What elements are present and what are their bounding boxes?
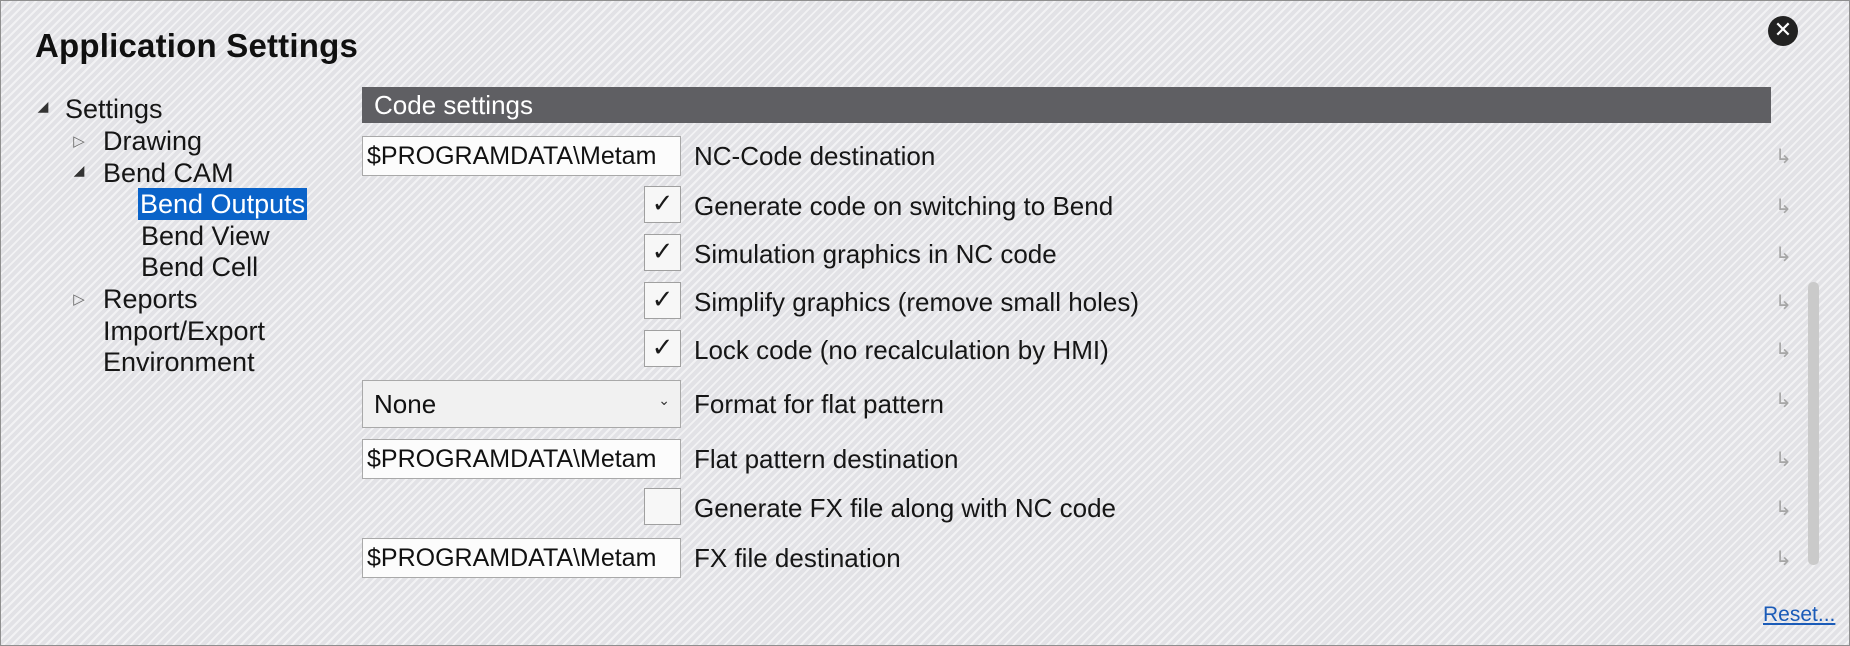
reset-arrow-icon[interactable]: ↳ bbox=[1775, 378, 1792, 422]
chevron-down-icon: ⌄ bbox=[658, 393, 670, 409]
setting-label: FX file destination bbox=[694, 543, 901, 573]
triangle-expanded-icon[interactable]: ◢ bbox=[71, 155, 87, 187]
tree-item-bend-view[interactable]: Bend View bbox=[141, 220, 270, 252]
tree-item-reports[interactable]: ▷ Reports bbox=[71, 283, 198, 315]
fx-file-destination-input[interactable]: $PROGRAMDATA\Metam bbox=[362, 538, 681, 578]
setting-row-simplify-graphics: ✓ Simplify graphics (remove small holes)… bbox=[362, 280, 1792, 324]
triangle-collapsed-icon[interactable]: ▷ bbox=[71, 283, 87, 315]
setting-label: Simplify graphics (remove small holes) bbox=[694, 287, 1140, 317]
setting-label: Generate FX file along with NC code bbox=[694, 493, 1116, 523]
tree-item-import-export[interactable]: Import/Export bbox=[103, 315, 265, 347]
setting-row-generate-fx-file: Generate FX file along with NC code ↳ bbox=[362, 486, 1792, 530]
lock-code-checkbox[interactable]: ✓ bbox=[644, 330, 681, 367]
tree-item-label: Drawing bbox=[103, 126, 203, 156]
setting-label: Lock code (no recalculation by HMI) bbox=[694, 335, 1109, 365]
flat-pattern-format-select[interactable]: None ⌄ bbox=[362, 380, 681, 428]
setting-label: Simulation graphics in NC code bbox=[694, 239, 1057, 269]
setting-row-lock-code: ✓ Lock code (no recalculation by HMI) ↳ bbox=[362, 328, 1792, 372]
select-value: None bbox=[374, 389, 437, 419]
reset-arrow-icon[interactable]: ↳ bbox=[1775, 536, 1792, 580]
reset-arrow-icon[interactable]: ↳ bbox=[1775, 437, 1792, 481]
simulation-graphics-checkbox[interactable]: ✓ bbox=[644, 234, 681, 271]
checkmark-icon: ✓ bbox=[651, 333, 674, 363]
flat-pattern-destination-input[interactable]: $PROGRAMDATA\Metam bbox=[362, 439, 681, 479]
tree-item-label: Reports bbox=[103, 284, 198, 314]
tree-item-label: Bend Cell bbox=[141, 252, 259, 282]
window-title: Application Settings bbox=[35, 27, 359, 64]
tree-item-label: Bend CAM bbox=[103, 158, 234, 188]
vertical-scrollbar-thumb[interactable] bbox=[1808, 282, 1819, 565]
tree-item-bend-outputs[interactable]: Bend Outputs bbox=[138, 188, 308, 220]
tree-item-label: Import/Export bbox=[103, 316, 266, 346]
tree-item-label: Bend Outputs bbox=[138, 188, 308, 220]
simplify-graphics-checkbox[interactable]: ✓ bbox=[644, 282, 681, 319]
setting-row-nc-code-destination: $PROGRAMDATA\Metam NC-Code destination ↳ bbox=[362, 134, 1792, 178]
setting-row-fx-file-destination: $PROGRAMDATA\Metam FX file destination ↳ bbox=[362, 536, 1792, 580]
reset-arrow-icon[interactable]: ↳ bbox=[1775, 280, 1792, 324]
reset-arrow-icon[interactable]: ↳ bbox=[1775, 328, 1792, 372]
generate-fx-file-checkbox[interactable] bbox=[644, 488, 681, 525]
setting-label: NC-Code destination bbox=[694, 141, 936, 171]
reset-arrow-icon[interactable]: ↳ bbox=[1775, 232, 1792, 276]
settings-window: Application Settings ✕ ◢ Settings ▷ Draw… bbox=[0, 0, 1850, 646]
reset-arrow-icon[interactable]: ↳ bbox=[1775, 134, 1792, 178]
setting-label: Format for flat pattern bbox=[694, 389, 944, 419]
generate-code-checkbox[interactable]: ✓ bbox=[644, 186, 681, 223]
setting-row-simulation-graphics: ✓ Simulation graphics in NC code ↳ bbox=[362, 232, 1792, 276]
tree-item-label: Settings bbox=[65, 94, 163, 124]
checkmark-icon: ✓ bbox=[651, 285, 674, 315]
setting-row-flat-pattern-destination: $PROGRAMDATA\Metam Flat pattern destinat… bbox=[362, 437, 1792, 481]
reset-arrow-icon[interactable]: ↳ bbox=[1775, 184, 1792, 228]
tree-item-drawing[interactable]: ▷ Drawing bbox=[71, 125, 202, 157]
tree-item-label: Environment bbox=[103, 347, 255, 377]
tree-item-environment[interactable]: Environment bbox=[103, 346, 255, 378]
tree-item-bend-cell[interactable]: Bend Cell bbox=[141, 251, 258, 283]
checkmark-icon: ✓ bbox=[651, 189, 674, 219]
setting-label: Flat pattern destination bbox=[694, 444, 959, 474]
setting-label: Generate code on switching to Bend bbox=[694, 191, 1114, 221]
triangle-expanded-icon[interactable]: ◢ bbox=[35, 91, 51, 123]
reset-arrow-icon[interactable]: ↳ bbox=[1775, 486, 1792, 530]
tree-item-bend-cam[interactable]: ◢ Bend CAM bbox=[71, 157, 234, 189]
nc-code-destination-input[interactable]: $PROGRAMDATA\Metam bbox=[362, 136, 681, 176]
tree-item-settings[interactable]: ◢ Settings bbox=[35, 93, 163, 125]
section-header-code-settings: Code settings bbox=[362, 87, 1771, 123]
setting-row-generate-code: ✓ Generate code on switching to Bend ↳ bbox=[362, 184, 1792, 228]
setting-row-flat-pattern-format: None ⌄ Format for flat pattern ↳ bbox=[362, 380, 1792, 428]
triangle-collapsed-icon[interactable]: ▷ bbox=[71, 125, 87, 157]
reset-link[interactable]: Reset... bbox=[1763, 603, 1835, 627]
tree-item-label: Bend View bbox=[141, 221, 270, 251]
close-icon[interactable]: ✕ bbox=[1768, 16, 1798, 46]
checkmark-icon: ✓ bbox=[651, 237, 674, 267]
